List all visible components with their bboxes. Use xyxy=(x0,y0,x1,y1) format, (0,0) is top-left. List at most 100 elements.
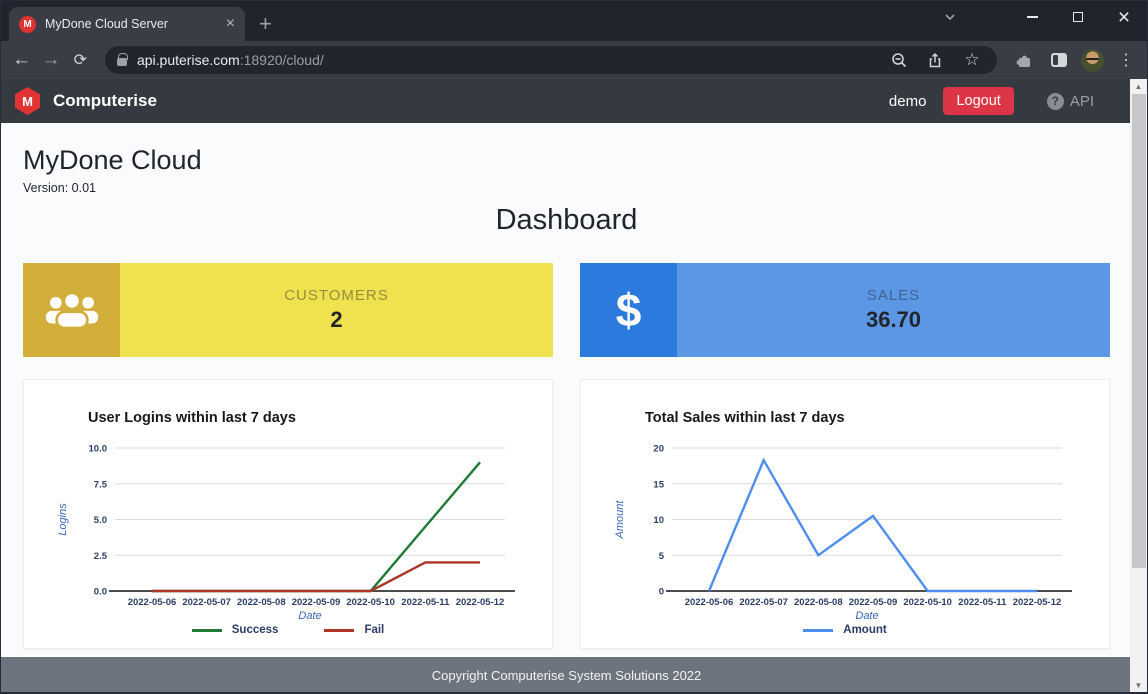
navbar-right: demo Logout ? API xyxy=(889,87,1094,115)
dollar-icon: $ xyxy=(615,284,642,336)
svg-text:5.0: 5.0 xyxy=(94,515,107,526)
api-help-link[interactable]: ? API xyxy=(1046,92,1094,110)
svg-text:2022-05-07: 2022-05-07 xyxy=(739,597,788,608)
browser-tab[interactable]: M MyDone Cloud Server × xyxy=(9,7,245,41)
scrollbar-thumb[interactable] xyxy=(1131,94,1146,568)
logins-line-chart: 10.0 7.5 5.0 2.5 0.0 2022-05-06 2022-05-07 2022… xyxy=(57,444,515,622)
page-viewport: M Computerise demo Logout ? API MyDone C… xyxy=(1,79,1147,692)
extensions-puzzle-icon[interactable] xyxy=(1011,47,1037,73)
legend-swatch xyxy=(324,628,355,632)
svg-text:10: 10 xyxy=(653,515,664,526)
forward-icon[interactable]: → xyxy=(38,45,63,75)
svg-text:2022-05-12: 2022-05-12 xyxy=(456,597,505,608)
profile-avatar[interactable] xyxy=(1080,48,1104,72)
minimize-button[interactable] xyxy=(1009,1,1055,33)
logins-chart-legend: Success Fail xyxy=(24,624,552,636)
page-scrollbar: ▲ ▼ xyxy=(1130,79,1147,692)
svg-text:7.5: 7.5 xyxy=(94,479,108,490)
maximize-icon xyxy=(1073,12,1083,22)
sales-line-chart: 20 15 10 5 0 2022-05-06 2022-05-07 2022-05-08 20… xyxy=(614,444,1072,622)
legend-item: Amount xyxy=(803,624,887,636)
browser-toolbar: ← → ⟳ api.puterise.com:18920/cloud/ ☆ ⋮ xyxy=(1,41,1147,79)
svg-text:2022-05-07: 2022-05-07 xyxy=(182,597,231,608)
copyright-text: Copyright Computerise System Solutions 2… xyxy=(431,667,702,683)
users-group-icon xyxy=(45,291,98,330)
svg-text:2022-05-06: 2022-05-06 xyxy=(128,597,177,608)
bookmark-star-icon[interactable]: ☆ xyxy=(959,47,985,73)
svg-text:2022-05-11: 2022-05-11 xyxy=(958,597,1007,608)
svg-text:2022-05-09: 2022-05-09 xyxy=(292,597,341,608)
address-bar[interactable]: api.puterise.com:18920/cloud/ ☆ xyxy=(104,46,997,74)
site-favicon-icon: M xyxy=(19,15,36,33)
svg-text:Date: Date xyxy=(855,610,878,622)
svg-text:0: 0 xyxy=(659,587,664,598)
logins-chart-card: User Logins within last 7 days 10.0 7.5 5.… xyxy=(23,379,553,649)
site-version: Version: 0.01 xyxy=(23,181,96,195)
side-panel-icon[interactable] xyxy=(1046,47,1072,73)
tab-strip: M MyDone Cloud Server × + × xyxy=(1,1,1147,41)
help-question-icon: ? xyxy=(1046,92,1064,110)
zoom-out-icon[interactable] xyxy=(887,47,913,73)
url-text: api.puterise.com:18920/cloud/ xyxy=(136,52,324,68)
svg-text:0.0: 0.0 xyxy=(94,587,107,598)
legend-swatch xyxy=(803,628,834,632)
svg-text:15: 15 xyxy=(653,479,664,490)
api-label: API xyxy=(1069,92,1094,110)
sales-chart-card: Total Sales within last 7 days 20 15 10 5 0 2… xyxy=(580,379,1110,649)
brand-logo-icon: M xyxy=(15,87,40,115)
sales-chart-title: Total Sales within last 7 days xyxy=(645,410,845,426)
scroll-up-icon[interactable]: ▲ xyxy=(1130,82,1147,91)
svg-text:Amount: Amount xyxy=(614,500,626,540)
customers-card-body: CUSTOMERS 2 xyxy=(120,263,553,357)
page-content: M Computerise demo Logout ? API MyDone C… xyxy=(1,79,1132,692)
brand-name[interactable]: Computerise xyxy=(53,91,157,111)
app-navbar: M Computerise demo Logout ? API xyxy=(1,79,1132,123)
scroll-down-icon[interactable]: ▼ xyxy=(1130,681,1147,690)
customers-card: CUSTOMERS 2 xyxy=(23,263,553,357)
new-tab-button[interactable]: + xyxy=(259,13,272,35)
legend-item: Success xyxy=(191,624,278,636)
tab-close-icon[interactable]: × xyxy=(226,16,235,32)
browser-window: M MyDone Cloud Server × + × ← → ⟳ api.pu… xyxy=(0,0,1148,694)
svg-text:2022-05-12: 2022-05-12 xyxy=(1013,597,1062,608)
tab-search-chevron-icon[interactable] xyxy=(927,1,973,33)
site-title: MyDone Cloud xyxy=(23,145,202,175)
svg-text:2022-05-10: 2022-05-10 xyxy=(903,597,952,608)
logins-chart-title: User Logins within last 7 days xyxy=(88,410,296,426)
charts-row: User Logins within last 7 days 10.0 7.5 5.… xyxy=(23,379,1110,649)
legend-label: Amount xyxy=(843,624,887,636)
svg-text:2022-05-08: 2022-05-08 xyxy=(794,597,843,608)
reload-icon[interactable]: ⟳ xyxy=(68,45,93,75)
share-icon[interactable] xyxy=(923,47,949,73)
page-footer: Copyright Computerise System Solutions 2… xyxy=(1,657,1132,692)
maximize-button[interactable] xyxy=(1055,1,1101,33)
minimize-icon xyxy=(1026,16,1038,18)
sales-label: SALES xyxy=(866,287,921,304)
close-window-button[interactable]: × xyxy=(1101,1,1147,33)
stat-cards-row: CUSTOMERS 2 $ SALES 36.70 xyxy=(23,263,1110,357)
svg-text:Logins: Logins xyxy=(57,503,69,536)
lock-icon[interactable] xyxy=(116,53,128,66)
sales-chart-legend: Amount xyxy=(581,624,1109,636)
svg-text:2022-05-08: 2022-05-08 xyxy=(237,597,286,608)
svg-text:10.0: 10.0 xyxy=(89,444,108,455)
sales-icon-box: $ xyxy=(580,263,677,357)
legend-label: Fail xyxy=(364,624,385,636)
customers-label: CUSTOMERS xyxy=(284,287,389,304)
window-controls: × xyxy=(927,1,1147,33)
sales-card-body: SALES 36.70 xyxy=(677,263,1110,357)
customers-icon-box xyxy=(23,263,120,357)
svg-text:2022-05-09: 2022-05-09 xyxy=(849,597,898,608)
logout-button[interactable]: Logout xyxy=(943,87,1014,115)
toolbar-right: ⋮ xyxy=(1011,47,1139,73)
browser-menu-kebab-icon[interactable]: ⋮ xyxy=(1113,47,1139,73)
svg-text:20: 20 xyxy=(653,444,664,455)
svg-text:Date: Date xyxy=(298,610,321,622)
svg-text:2022-05-11: 2022-05-11 xyxy=(401,597,450,608)
page-heading: Dashboard xyxy=(495,204,638,236)
close-icon: × xyxy=(1117,5,1131,29)
legend-item: Fail xyxy=(324,624,384,636)
svg-text:2022-05-06: 2022-05-06 xyxy=(685,597,734,608)
customers-value: 2 xyxy=(330,307,343,332)
back-icon[interactable]: ← xyxy=(9,45,34,75)
